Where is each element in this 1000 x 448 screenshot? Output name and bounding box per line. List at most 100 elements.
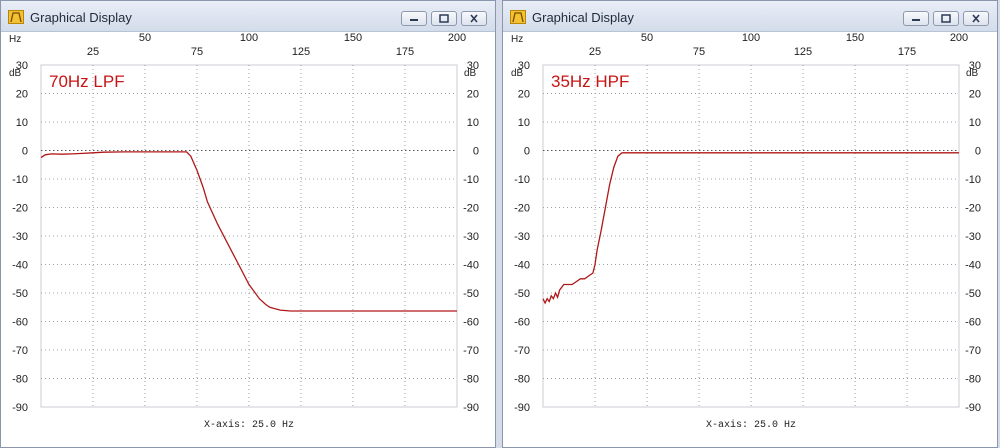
maximize-icon [439,14,449,23]
y-tick-label-right: 20 [467,89,479,101]
y-tick-label-right: -80 [463,374,479,386]
y-tick-label-left: 0 [22,146,28,158]
graphical-display-window-hpf[interactable]: Graphical Display 30 30 20 20 10 10 0 0 -10 -10 -2… [502,0,998,448]
y-unit-label-right: dB [464,68,477,79]
x-tick-label: 25 [589,46,601,58]
x-axis-caption: X-axis: 25.0 Hz [706,419,796,431]
x-tick-label: 150 [846,32,864,44]
response-chart: 30 3020 2010 100 0-10 -10-20 -20-30 -30-40 -40-5… [511,32,981,431]
y-tick-label-left: -10 [12,174,28,186]
y-tick-label-left: -10 [514,174,530,186]
x-tick-label: 125 [292,46,310,58]
title-bar[interactable]: Graphical Display [503,1,997,32]
y-tick-label-right: -50 [965,288,981,300]
y-tick-label-left: -40 [514,260,530,272]
series-line [40,151,457,312]
y-tick-label-right: -10 [463,174,479,186]
window-title: Graphical Display [30,10,132,25]
y-tick-label-right: -30 [965,231,981,243]
minimize-icon [410,19,418,21]
maximize-button[interactable] [431,11,457,26]
y-tick-label-right: -40 [965,260,981,272]
y-tick-label-right: 0 [975,146,981,158]
y-tick-label-left: -60 [12,317,28,329]
response-chart: 30 3020 2010 100 0-10 -10-20 -20-30 -30-40 -40-5… [9,32,479,431]
y-tick-label-left: 20 [518,89,530,101]
y-tick-label-left: 0 [524,146,530,158]
minimize-button[interactable] [903,11,929,26]
y-tick-label-left: 10 [518,117,530,129]
x-tick-label: 100 [742,32,760,44]
y-tick-label-left: -60 [514,317,530,329]
minimize-icon [912,19,920,21]
x-tick-label: 50 [641,32,653,44]
y-tick-label-left: -20 [514,203,530,215]
graphical-display-window-lpf[interactable]: Graphical Display 30 30 20 20 10 10 0 0 -10 -10 -2… [0,0,496,448]
y-unit-label-left: dB [9,68,22,79]
y-tick-label-left: 10 [16,117,28,129]
title-bar[interactable]: Graphical Display [1,1,495,32]
window-title: Graphical Display [532,10,634,25]
minimize-button[interactable] [401,11,427,26]
y-tick-label-right: -40 [463,260,479,272]
series-line [542,152,959,305]
x-tick-label: 75 [693,46,705,58]
y-tick-label-right: 10 [467,117,479,129]
x-unit-label: Hz [511,34,523,45]
y-tick-label-left: -20 [12,203,28,215]
x-tick-label: 175 [396,46,414,58]
y-tick-label-left: -50 [514,288,530,300]
y-tick-label-right: -20 [965,203,981,215]
y-tick-label-right: 0 [473,146,479,158]
y-tick-label-right: -70 [463,345,479,357]
close-button[interactable] [461,11,487,26]
y-tick-label-right: -90 [463,402,479,414]
y-tick-label-left: -30 [514,231,530,243]
maximize-button[interactable] [933,11,959,26]
y-tick-label-right: 10 [969,117,981,129]
x-tick-label: 25 [87,46,99,58]
maximize-icon [941,14,951,23]
y-tick-label-left: -90 [12,402,28,414]
close-icon [470,14,478,23]
x-unit-label: Hz [9,34,21,45]
x-tick-label: 200 [448,32,466,44]
y-tick-label-left: -80 [514,374,530,386]
close-button[interactable] [963,11,989,26]
y-tick-label-left: -50 [12,288,28,300]
x-axis-caption: X-axis: 25.0 Hz [204,419,294,431]
plot-area[interactable]: 30 30 20 20 10 10 0 0 -10 -10 -20 -20 -30 -30 -40 -40 -5… [503,31,997,447]
x-tick-label: 75 [191,46,203,58]
y-tick-label-right: -10 [965,174,981,186]
filter-annotation: 35Hz HPF [551,72,629,91]
x-tick-label: 100 [240,32,258,44]
plot-area[interactable]: 30 30 20 20 10 10 0 0 -10 -10 -20 -20 -30 -30 -40 -40 -5… [1,31,495,447]
graph-app-icon [8,10,24,24]
y-tick-label-left: -40 [12,260,28,272]
filter-annotation: 70Hz LPF [49,72,125,91]
y-tick-label-right: -20 [463,203,479,215]
x-tick-label: 125 [794,46,812,58]
y-tick-label-right: -60 [463,317,479,329]
close-icon [972,14,980,23]
x-tick-label: 150 [344,32,362,44]
y-tick-label-right: -90 [965,402,981,414]
y-tick-label-left: -70 [12,345,28,357]
y-tick-label-left: -90 [514,402,530,414]
y-tick-label-left: -30 [12,231,28,243]
y-tick-label-left: -70 [514,345,530,357]
graph-app-icon [510,10,526,24]
y-tick-label-left: 20 [16,89,28,101]
y-tick-label-right: -80 [965,374,981,386]
y-tick-label-right: 20 [969,89,981,101]
y-tick-label-right: -70 [965,345,981,357]
y-tick-label-right: -50 [463,288,479,300]
y-tick-label-right: -60 [965,317,981,329]
x-tick-label: 200 [950,32,968,44]
x-tick-label: 175 [898,46,916,58]
y-unit-label-right: dB [966,68,979,79]
x-tick-label: 50 [139,32,151,44]
y-tick-label-right: -30 [463,231,479,243]
y-unit-label-left: dB [511,68,524,79]
y-tick-label-left: -80 [12,374,28,386]
